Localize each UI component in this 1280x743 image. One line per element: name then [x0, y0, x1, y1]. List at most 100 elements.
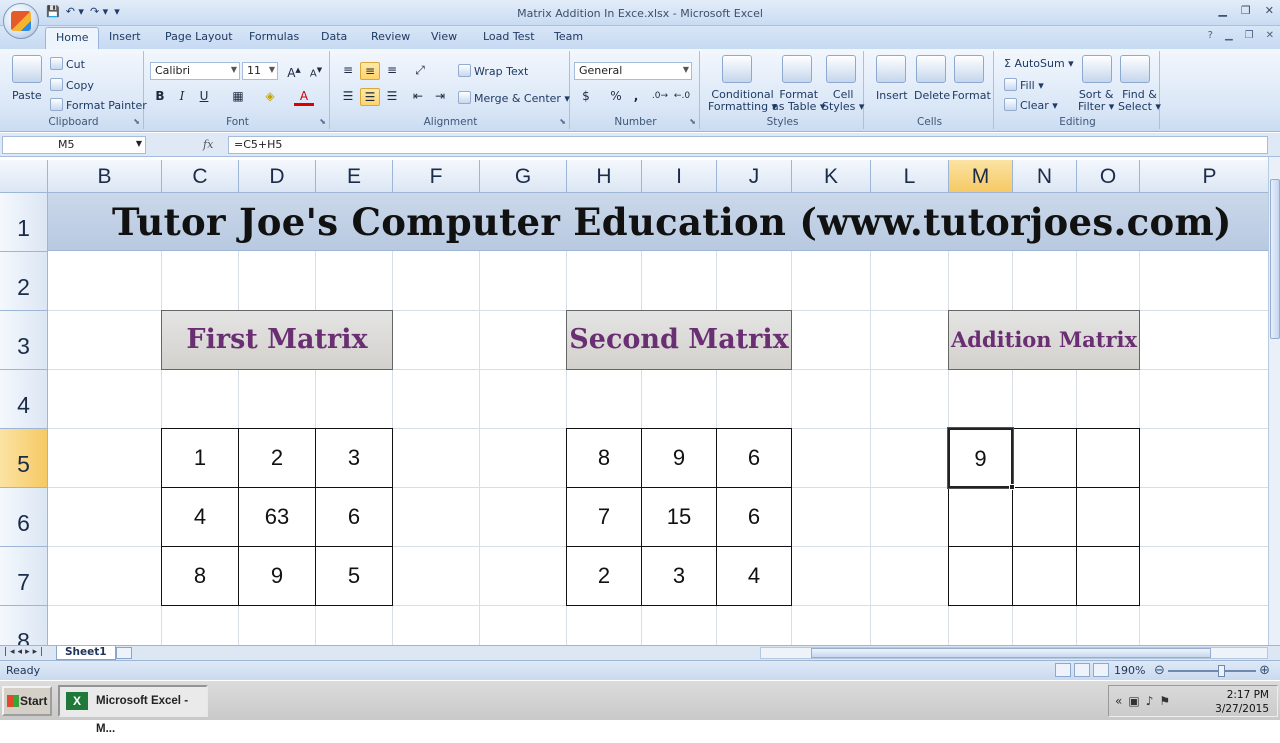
- font-color-button[interactable]: A: [294, 88, 314, 106]
- tab-formulas[interactable]: Formulas: [249, 30, 299, 43]
- first-matrix-cell-c6[interactable]: 4: [161, 487, 239, 547]
- second-matrix-cell-j5[interactable]: 6: [716, 428, 792, 488]
- cell-styles-button[interactable]: Cell Styles ▾: [822, 89, 864, 113]
- row-header-6[interactable]: 6: [0, 488, 48, 547]
- tab-load-test[interactable]: Load Test: [483, 30, 535, 43]
- column-header-o[interactable]: O: [1077, 160, 1140, 193]
- start-button[interactable]: Start: [2, 686, 52, 716]
- fill-color-button[interactable]: ◈: [260, 88, 280, 106]
- zoom-level[interactable]: 190%: [1114, 664, 1145, 677]
- alignment-launcher-icon[interactable]: ⬊: [559, 117, 566, 126]
- conditional-formatting-button[interactable]: Conditional Formatting ▾: [708, 89, 777, 113]
- row-header-7[interactable]: 7: [0, 547, 48, 606]
- second-matrix-cell-j7[interactable]: 4: [716, 546, 792, 606]
- volume-icon[interactable]: ♪: [1146, 694, 1160, 708]
- tab-insert[interactable]: Insert: [109, 30, 141, 43]
- italic-button[interactable]: I: [172, 88, 192, 106]
- column-header-d[interactable]: D: [239, 160, 316, 193]
- align-bottom-button[interactable]: ≡: [382, 62, 402, 80]
- addition-matrix-cell-n7[interactable]: [1012, 546, 1077, 606]
- bold-button[interactable]: B: [150, 88, 170, 106]
- restore-icon[interactable]: ❐: [1241, 4, 1251, 17]
- clipboard-launcher-icon[interactable]: ⬊: [133, 117, 140, 126]
- minimize-icon[interactable]: ▁: [1218, 4, 1226, 17]
- restore-workbook-icon[interactable]: ❐: [1245, 30, 1254, 41]
- currency-button[interactable]: $: [576, 88, 596, 106]
- addition-matrix-cell-n6[interactable]: [1012, 487, 1077, 547]
- close-icon[interactable]: ✕: [1265, 4, 1274, 17]
- comma-button[interactable]: ,: [626, 88, 646, 106]
- clock[interactable]: 2:17 PM 3/27/2015: [1215, 688, 1269, 716]
- chevron-down-icon[interactable]: ▼: [136, 139, 142, 148]
- horizontal-scroll-thumb[interactable]: [811, 648, 1211, 658]
- font-name-select[interactable]: Calibri ▼: [150, 62, 240, 80]
- column-header-e[interactable]: E: [316, 160, 393, 193]
- chevron-up-icon[interactable]: «: [1115, 694, 1128, 708]
- second-matrix-cell-h7[interactable]: 2: [566, 546, 642, 606]
- zoom-slider[interactable]: ⊖ ⊕: [1152, 663, 1272, 678]
- format-cells-button[interactable]: Format: [952, 89, 991, 102]
- tab-data[interactable]: Data: [321, 30, 347, 43]
- tab-page-layout[interactable]: Page Layout: [165, 30, 233, 43]
- column-header-i[interactable]: I: [642, 160, 717, 193]
- first-matrix-cell-d6[interactable]: 63: [238, 487, 316, 547]
- orientation-button[interactable]: ⤢: [410, 62, 430, 80]
- borders-button[interactable]: ▦: [228, 88, 248, 106]
- second-matrix-cell-j6[interactable]: 6: [716, 487, 792, 547]
- decrease-decimal-button[interactable]: ←.0: [672, 88, 692, 106]
- worksheet-grid[interactable]: B C D E F G H I J K L M N O P 1 2 3 4 5 …: [0, 160, 1268, 645]
- column-header-m[interactable]: M: [949, 160, 1013, 193]
- grow-font-button[interactable]: A▲: [284, 62, 304, 80]
- number-format-select[interactable]: General ▼: [574, 62, 692, 80]
- page-layout-view-icon[interactable]: [1074, 663, 1090, 677]
- fill-handle[interactable]: [1009, 484, 1015, 490]
- align-middle-button[interactable]: ≡: [360, 62, 380, 80]
- align-left-button[interactable]: ☰: [338, 88, 358, 106]
- align-right-button[interactable]: ☰: [382, 88, 402, 106]
- active-cell-m5[interactable]: 9: [947, 427, 1014, 489]
- first-matrix-cell-e5[interactable]: 3: [315, 428, 393, 488]
- tab-view[interactable]: View: [431, 30, 457, 43]
- second-matrix-label[interactable]: Second Matrix: [566, 310, 792, 370]
- wrap-text-button[interactable]: Wrap Text: [458, 64, 528, 78]
- row-header-5[interactable]: 5: [0, 429, 48, 488]
- first-matrix-cell-c5[interactable]: 1: [161, 428, 239, 488]
- addition-matrix-cell-n5[interactable]: [1012, 428, 1077, 488]
- find-select-button[interactable]: Find & Select ▾: [1118, 89, 1161, 113]
- font-launcher-icon[interactable]: ⬊: [319, 117, 326, 126]
- row-header-4[interactable]: 4: [0, 370, 48, 429]
- first-matrix-cell-c7[interactable]: 8: [161, 546, 239, 606]
- row-header-1[interactable]: 1: [0, 193, 48, 252]
- tab-home[interactable]: Home: [45, 27, 100, 49]
- align-top-button[interactable]: ≡: [338, 62, 358, 80]
- column-header-h[interactable]: H: [567, 160, 642, 193]
- row-header-8[interactable]: 8: [0, 606, 48, 645]
- select-all-corner[interactable]: [0, 160, 48, 193]
- insert-function-icon[interactable]: fx: [203, 138, 213, 151]
- delete-cells-button[interactable]: Delete: [914, 89, 950, 102]
- name-box[interactable]: M5 ▼: [2, 136, 146, 154]
- number-launcher-icon[interactable]: ⬊: [689, 117, 696, 126]
- addition-matrix-cell-o5[interactable]: [1076, 428, 1140, 488]
- zoom-in-icon[interactable]: ⊕: [1259, 663, 1270, 678]
- sheet-title-cell[interactable]: Tutor Joe's Computer Education (www.tuto…: [48, 193, 1268, 251]
- addition-matrix-label[interactable]: Addition Matrix: [948, 310, 1140, 370]
- second-matrix-cell-h5[interactable]: 8: [566, 428, 642, 488]
- decrease-indent-button[interactable]: ⇤: [408, 88, 428, 106]
- column-header-c[interactable]: C: [162, 160, 239, 193]
- tab-review[interactable]: Review: [371, 30, 410, 43]
- second-matrix-cell-i5[interactable]: 9: [641, 428, 717, 488]
- second-matrix-cell-i6[interactable]: 15: [641, 487, 717, 547]
- addition-matrix-cell-o6[interactable]: [1076, 487, 1140, 547]
- addition-matrix-cell-m7[interactable]: [948, 546, 1013, 606]
- network-icon[interactable]: ▣: [1128, 694, 1145, 708]
- addition-matrix-cell-m6[interactable]: [948, 487, 1013, 547]
- font-size-select[interactable]: 11 ▼: [242, 62, 278, 80]
- column-header-f[interactable]: F: [393, 160, 480, 193]
- insert-sheet-icon[interactable]: [116, 647, 132, 659]
- addition-matrix-cell-o7[interactable]: [1076, 546, 1140, 606]
- autosum-button[interactable]: Σ AutoSum ▾: [1004, 57, 1074, 70]
- column-header-k[interactable]: K: [792, 160, 871, 193]
- row-header-3[interactable]: 3: [0, 311, 48, 370]
- paste-button[interactable]: Paste: [12, 89, 42, 102]
